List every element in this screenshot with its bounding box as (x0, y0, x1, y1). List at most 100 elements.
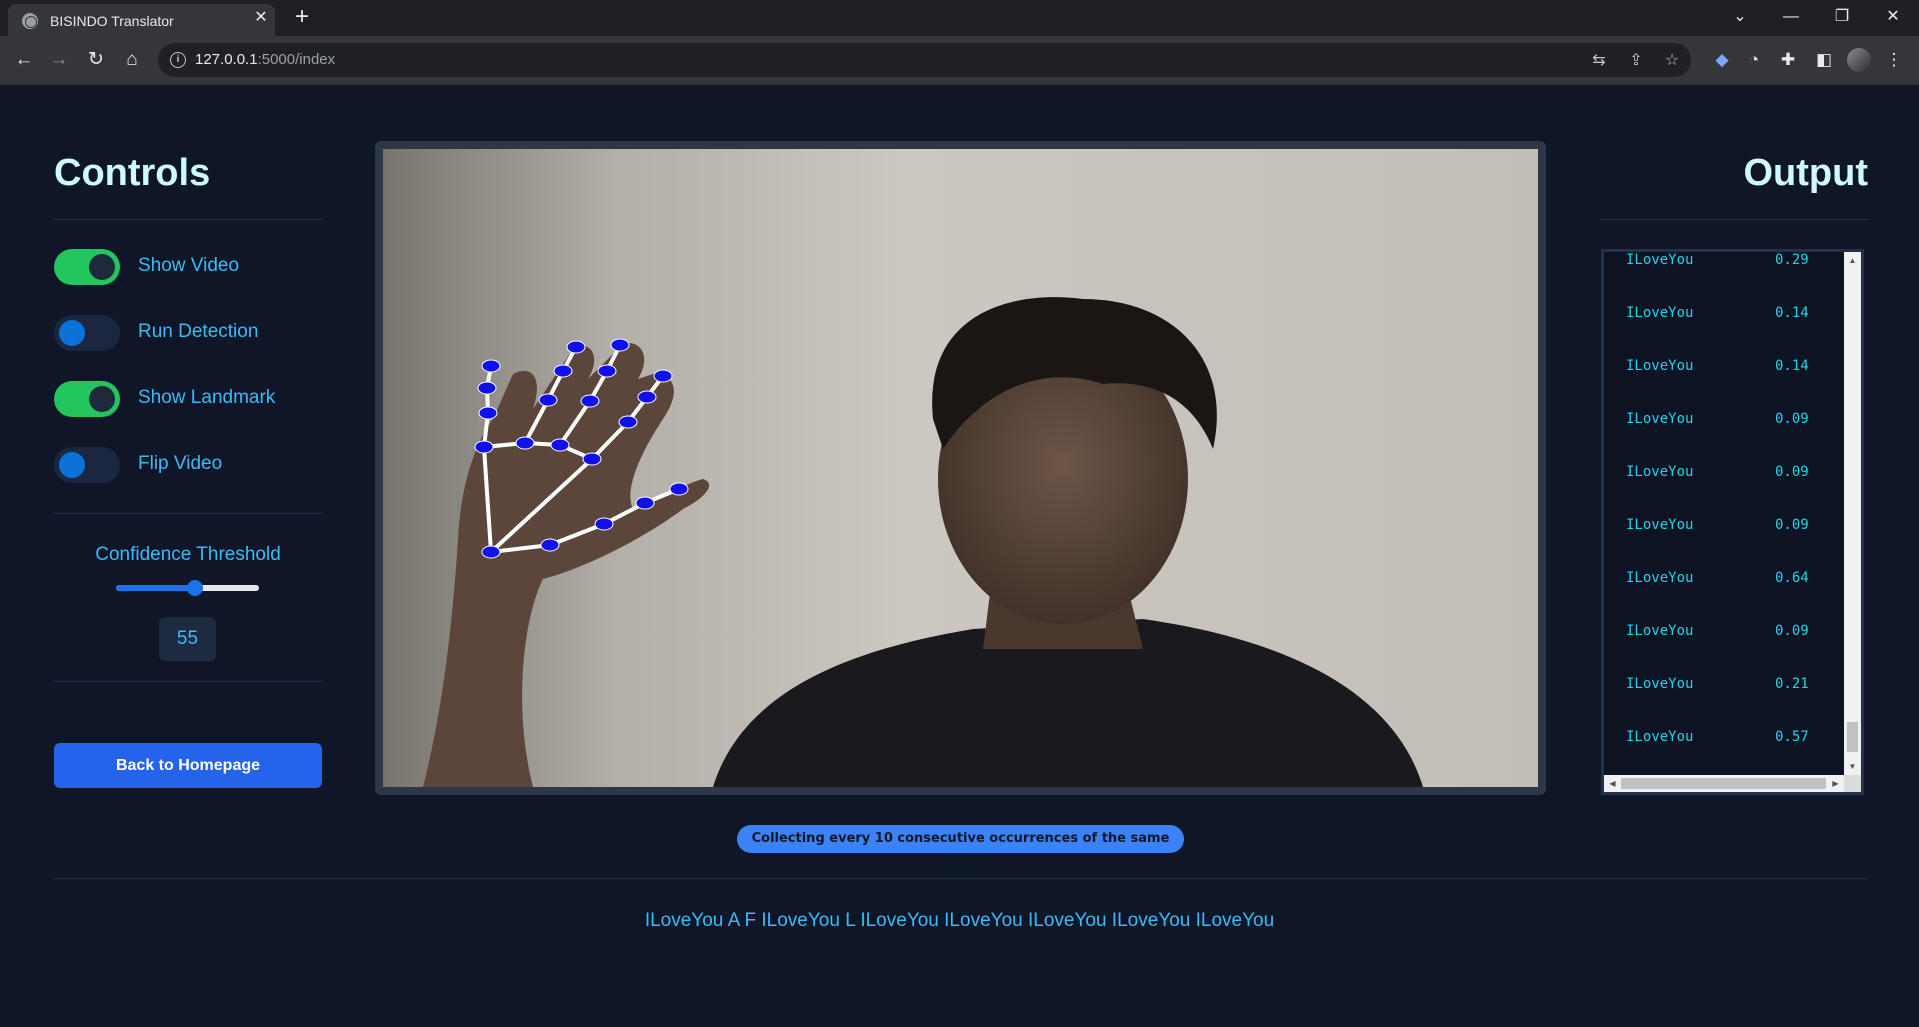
output-log[interactable]: ILoveYou 0.29 ILoveYou 0.14 ILoveYou 0.14 ILov… (1601, 249, 1864, 795)
horizontal-scrollbar[interactable]: ◀ ▶ (1604, 775, 1844, 792)
vertical-scrollbar[interactable]: ▲ ▼ (1844, 252, 1861, 775)
translate-icon[interactable]: ⇆ (1589, 51, 1609, 71)
output-word: ILoveYou (1626, 623, 1694, 639)
scroll-up-icon[interactable]: ▲ (1844, 252, 1861, 269)
run-detection-label: Run Detection (138, 321, 259, 342)
flip-video-label: Flip Video (138, 453, 223, 474)
bookmark-star-icon[interactable]: ☆ (1662, 51, 1682, 71)
share-icon[interactable]: ⇪ (1626, 51, 1646, 71)
back-arrow-icon[interactable]: ← (12, 48, 36, 72)
vertical-scroll-thumb[interactable] (1847, 722, 1858, 752)
translator-page: Controls Show Video Run Detection Show L… (0, 86, 1919, 1027)
confidence-slider[interactable] (116, 580, 259, 596)
switch-knob (89, 386, 115, 412)
output-row: ILoveYou 0.21 (1604, 666, 1844, 719)
tab-close-icon[interactable]: ✕ (252, 9, 270, 27)
minimize-icon[interactable]: — (1776, 5, 1806, 29)
profile-avatar[interactable] (1847, 48, 1871, 72)
menu-kebab-icon[interactable]: ⋮ (1882, 48, 1906, 72)
output-word: ILoveYou (1626, 252, 1694, 268)
output-score: 0.57 (1775, 729, 1809, 745)
output-row: ILoveYou 0.09 (1604, 454, 1844, 507)
confidence-value: 55 (159, 617, 216, 661)
slider-thumb[interactable] (186, 580, 203, 596)
globe-icon (22, 13, 38, 29)
output-word: ILoveYou (1626, 305, 1694, 321)
show-landmark-label: Show Landmark (138, 387, 276, 408)
webcam-scene (383, 149, 1538, 787)
extension-app-icon[interactable]: ◆ (1710, 48, 1734, 72)
output-rows: ILoveYou 0.29 ILoveYou 0.14 ILoveYou 0.14 ILov… (1604, 252, 1844, 772)
new-tab-button[interactable]: + (290, 5, 314, 29)
horizontal-scroll-thumb[interactable] (1621, 778, 1826, 789)
toggle-show-landmark[interactable]: Show Landmark (54, 381, 324, 417)
output-score: 0.09 (1775, 517, 1809, 533)
scroll-left-icon[interactable]: ◀ (1604, 775, 1621, 792)
switch-knob (59, 452, 85, 478)
flip-video-switch[interactable] (54, 447, 120, 483)
output-score: 0.09 (1775, 411, 1809, 427)
output-score: 0.14 (1775, 358, 1809, 374)
output-score: 0.29 (1775, 252, 1809, 268)
browser-tab[interactable]: BISINDO Translator ✕ (8, 4, 275, 36)
side-panel-icon[interactable]: ◧ (1812, 48, 1836, 72)
webcam-video (383, 149, 1538, 787)
output-row: ILoveYou 0.14 (1604, 295, 1844, 348)
toggle-run-detection[interactable]: Run Detection (54, 315, 324, 351)
toggle-show-video[interactable]: Show Video (54, 249, 324, 285)
switch-knob (89, 254, 115, 280)
browser-toolbar: ← → ↻ ⌂ i 127.0.0.1:5000/index ⇆ ⇪ ☆ ◆ ◔… (0, 36, 1919, 85)
output-row: ILoveYou 0.57 (1604, 719, 1844, 772)
back-to-homepage-button[interactable]: Back to Homepage (54, 743, 322, 788)
output-row: ILoveYou 0.09 (1604, 401, 1844, 454)
home-icon[interactable]: ⌂ (120, 48, 144, 72)
scroll-down-icon[interactable]: ▼ (1844, 758, 1861, 775)
video-frame (375, 141, 1546, 795)
output-word: ILoveYou (1626, 411, 1694, 427)
toggle-flip-video[interactable]: Flip Video (54, 447, 324, 483)
output-row: ILoveYou 0.29 (1604, 252, 1844, 295)
switch-knob (59, 320, 85, 346)
show-video-label: Show Video (138, 255, 240, 276)
address-bar[interactable]: i 127.0.0.1:5000/index ⇆ ⇪ ☆ (158, 43, 1691, 77)
output-word: ILoveYou (1626, 729, 1694, 745)
output-heading: Output (1743, 152, 1868, 194)
output-word: ILoveYou (1626, 517, 1694, 533)
output-score: 0.14 (1775, 305, 1809, 321)
show-landmark-switch[interactable] (54, 381, 120, 417)
controls-divider-top (54, 219, 322, 220)
forward-arrow-icon[interactable]: → (47, 48, 71, 72)
controls-divider-middle (54, 513, 322, 514)
restore-icon[interactable]: ❐ (1827, 5, 1857, 29)
controls-divider-bottom (54, 681, 322, 682)
output-word: ILoveYou (1626, 570, 1694, 586)
output-row: ILoveYou 0.09 (1604, 613, 1844, 666)
output-row: ILoveYou 0.64 (1604, 560, 1844, 613)
scrollbar-corner (1844, 775, 1861, 792)
run-detection-switch[interactable] (54, 315, 120, 351)
slider-fill (116, 585, 195, 591)
tab-search-icon[interactable]: ⌄ (1725, 5, 1755, 29)
output-score: 0.09 (1775, 464, 1809, 480)
output-divider (1601, 219, 1869, 220)
output-word: ILoveYou (1626, 358, 1694, 374)
translated-sentence: ILoveYou A F ILoveYou L ILoveYou ILoveYo… (644, 910, 1275, 931)
site-info-icon[interactable]: i (170, 52, 186, 68)
show-video-switch[interactable] (54, 249, 120, 285)
reload-icon[interactable]: ↻ (84, 48, 108, 72)
scroll-right-icon[interactable]: ▶ (1827, 775, 1844, 792)
output-row: ILoveYou 0.09 (1604, 507, 1844, 560)
output-score: 0.64 (1775, 570, 1809, 586)
close-window-icon[interactable]: ✕ (1878, 5, 1908, 29)
status-pill: Collecting every 10 consecutive occurren… (737, 825, 1184, 874)
bottom-divider (54, 878, 1867, 879)
extension-gauge-icon[interactable]: ◔ (1742, 48, 1766, 72)
output-word: ILoveYou (1626, 676, 1694, 692)
output-row: ILoveYou 0.14 (1604, 348, 1844, 401)
controls-heading: Controls (54, 152, 211, 194)
browser-tabstrip: BISINDO Translator ✕ + ⌄ — ❐ ✕ (0, 0, 1919, 36)
output-word: ILoveYou (1626, 464, 1694, 480)
tab-title: BISINDO Translator (50, 13, 174, 29)
extensions-puzzle-icon[interactable]: ✚ (1776, 48, 1800, 72)
output-score: 0.09 (1775, 623, 1809, 639)
